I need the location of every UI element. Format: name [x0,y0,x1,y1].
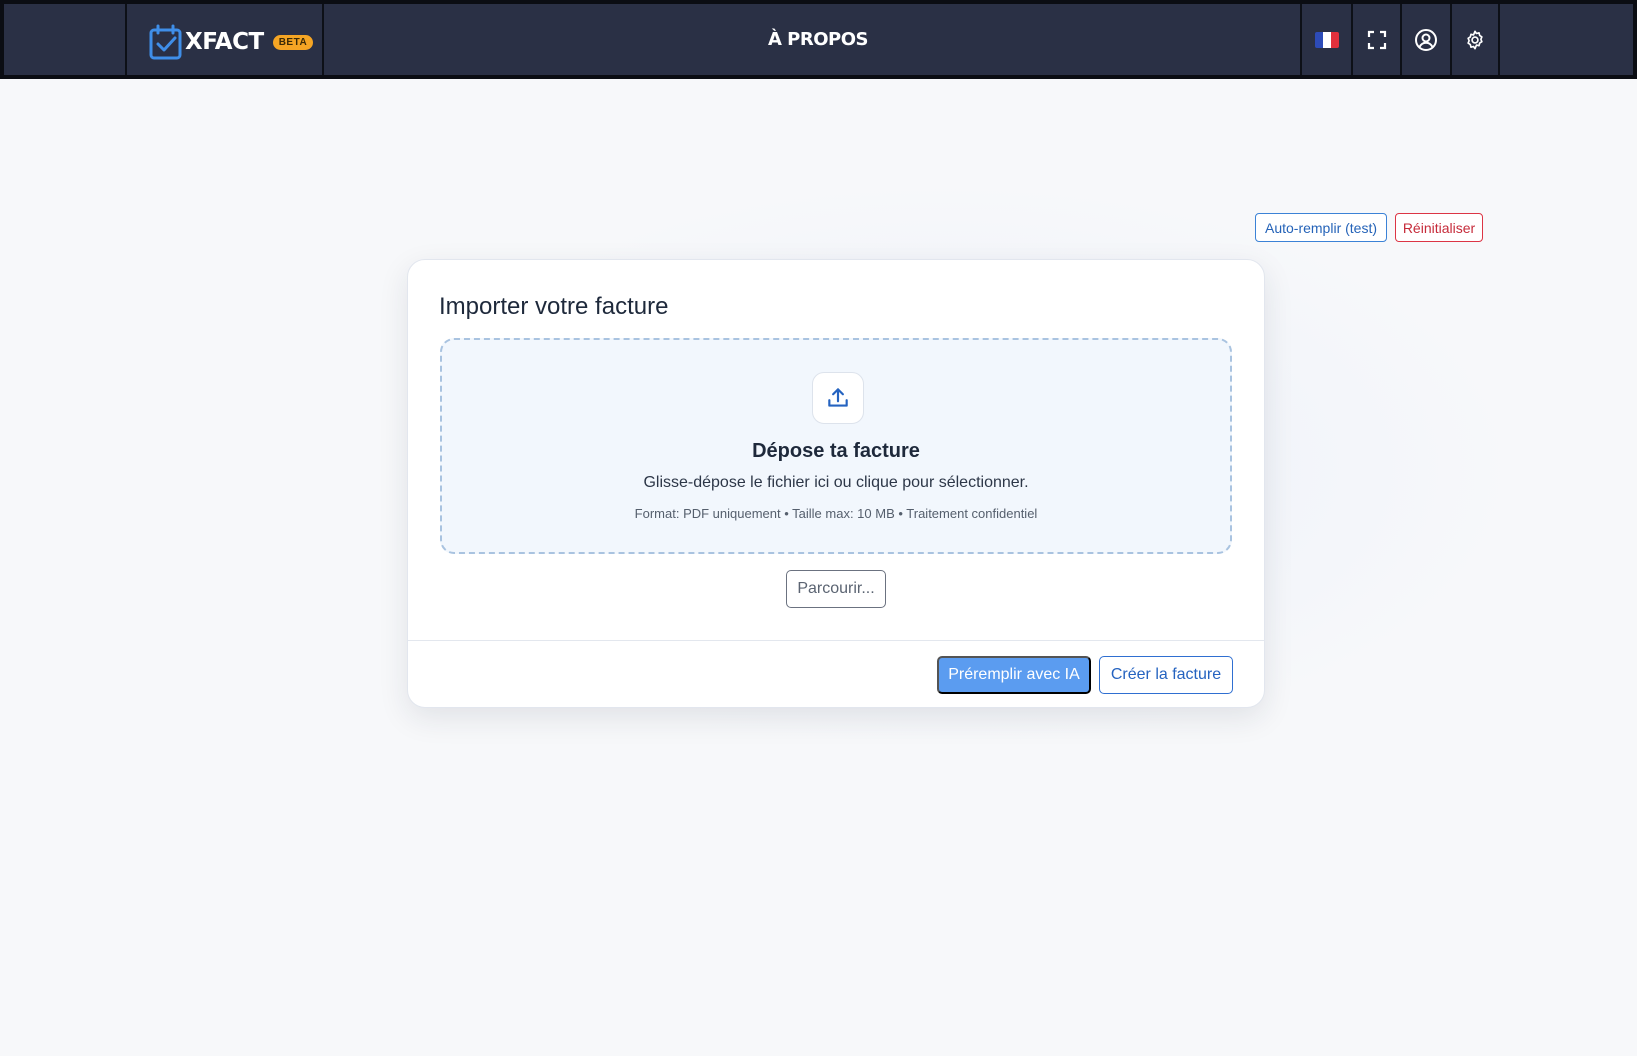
gear-icon [1467,29,1483,50]
dropzone-title: Dépose ta facture [752,440,920,462]
fullscreen-button[interactable] [1353,4,1400,75]
brand-name: XFACT [185,29,264,55]
brand-home-link[interactable]: XFACT BETA [149,24,314,60]
upload-icon [828,388,848,407]
nav-link-about[interactable]: À PROPOS [704,29,932,50]
beta-badge: BETA [272,34,314,50]
user-circle-icon [1415,28,1437,51]
dropzone-subtitle: Glisse-dépose le fichier ici ou clique p… [643,474,1029,491]
top-navbar: XFACT BETA À PROPOS [0,0,1637,79]
create-invoice-button[interactable]: Créer la facture [1099,656,1233,694]
flag-fr-icon [1314,31,1339,48]
browse-button[interactable]: Parcourir... [786,570,886,608]
import-invoice-card: Importer votre facture Dépose ta facture… [407,259,1265,708]
account-button[interactable] [1402,4,1450,75]
navbar-divider [322,4,324,75]
file-dropzone[interactable]: Dépose ta facture Glisse-dépose le fichi… [440,338,1232,554]
navbar-divider [125,4,127,75]
navbar-divider [1498,4,1500,75]
prefill-ai-button[interactable]: Préremplir avec IA [937,656,1091,694]
card-footer-divider [408,640,1264,641]
fullscreen-icon [1367,30,1386,49]
dropzone-meta: Format: PDF uniquement • Taille max: 10 … [634,506,1038,521]
reset-button[interactable]: Réinitialiser [1395,213,1483,242]
upload-icon-box [812,372,864,424]
card-title: Importer votre facture [439,293,669,320]
calendar-check-icon [149,24,182,60]
settings-button[interactable] [1452,4,1498,75]
language-button[interactable] [1302,4,1351,75]
autofill-test-button[interactable]: Auto-remplir (test) [1255,213,1387,242]
